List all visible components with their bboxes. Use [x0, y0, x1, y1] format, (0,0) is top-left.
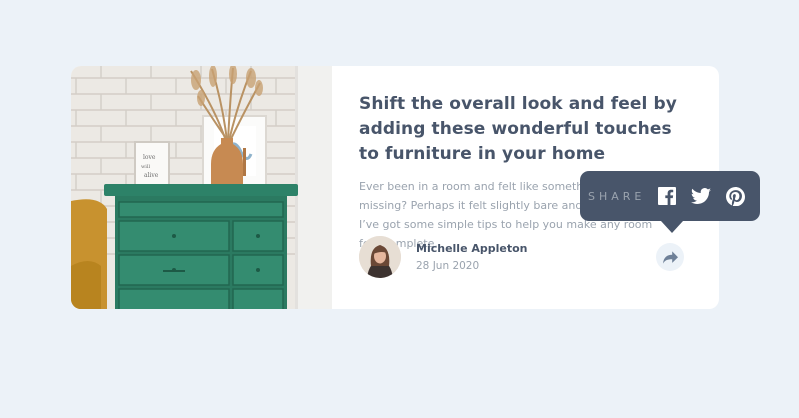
share-label: SHARE [588, 189, 646, 203]
article-title[interactable]: Shift the overall look and feel by addin… [359, 92, 689, 167]
author-name: Michelle Appleton [416, 241, 528, 255]
pinterest-icon[interactable] [725, 186, 745, 206]
share-arrow-icon [662, 250, 678, 264]
avatar [359, 236, 401, 278]
share-popup: SHARE [580, 171, 760, 233]
author-info: Michelle Appleton 28 Jun 2020 [416, 240, 528, 275]
svg-text:love: love [143, 154, 156, 161]
share-button[interactable] [656, 243, 684, 271]
svg-text:will: will [141, 164, 150, 170]
facebook-icon[interactable] [657, 186, 677, 206]
article-card: love will alive Shift the overall look a… [71, 66, 760, 309]
publish-date: 28 Jun 2020 [416, 259, 480, 272]
svg-text:alive: alive [144, 172, 159, 179]
author-block: Michelle Appleton 28 Jun 2020 [359, 236, 528, 278]
twitter-icon[interactable] [691, 186, 712, 206]
article-image: love will alive [71, 66, 332, 309]
